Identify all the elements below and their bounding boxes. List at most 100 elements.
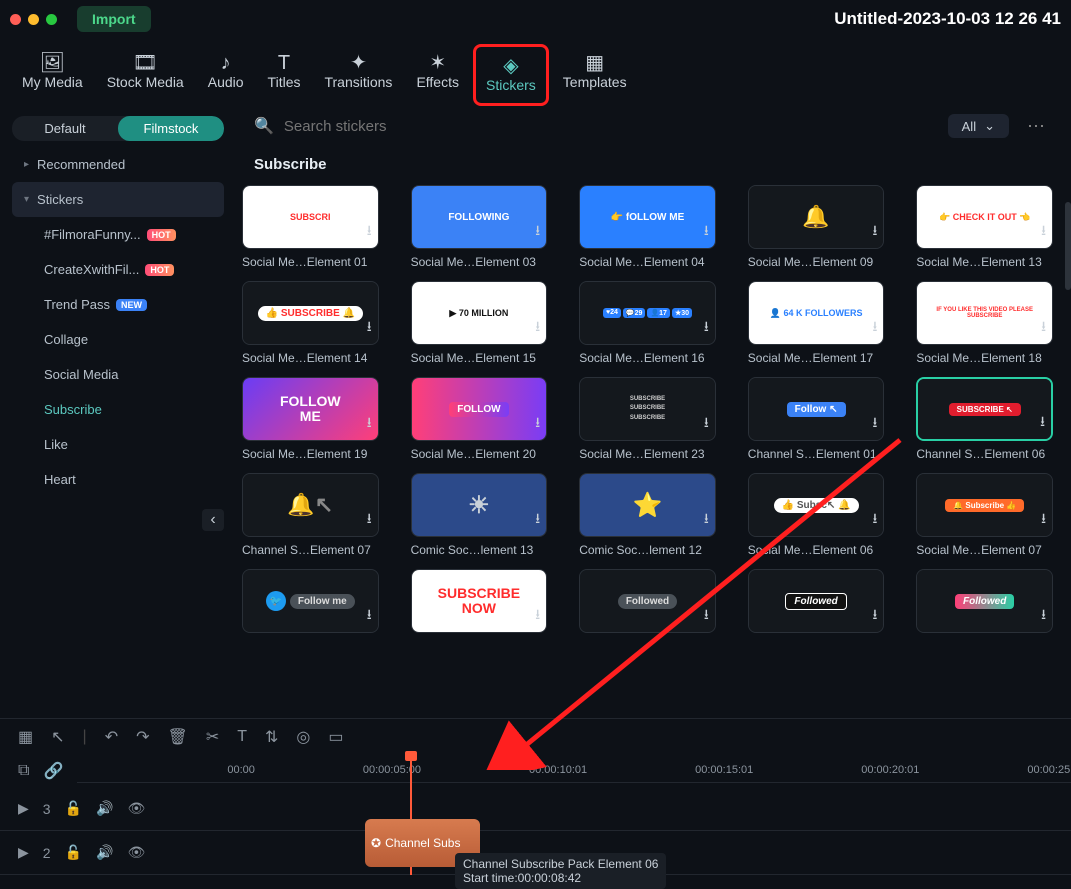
sticker-thumb[interactable]: ◆FOLLOWME⭳: [242, 377, 379, 441]
sticker-item[interactable]: ◆IF YOU LIKE THIS VIDEO PLEASE SUBSCRIBE…: [916, 281, 1053, 365]
sticker-thumb[interactable]: ◆👉 fOLLOW ME⭳: [579, 185, 716, 249]
visibility-icon[interactable]: 👁: [127, 800, 145, 817]
tab-transitions[interactable]: ✦Transitions: [314, 44, 402, 106]
minimize-icon[interactable]: [28, 14, 39, 25]
adjust-icon[interactable]: ⇅: [265, 727, 278, 747]
sticker-item[interactable]: ◆⭐⭳Comic Soc…lement 12: [579, 473, 716, 557]
tab-templates[interactable]: ▦Templates: [553, 44, 637, 106]
delete-icon[interactable]: 🗑: [168, 727, 188, 747]
sticker-thumb[interactable]: ◆🔔 Subscribe 👍⭳: [916, 473, 1053, 537]
download-icon[interactable]: ⭳: [1041, 220, 1046, 244]
sticker-thumb[interactable]: ◆🔔↖⭳: [242, 473, 379, 537]
sticker-item[interactable]: ◆👉 CHECK IT OUT 👈⭳Social Me…Element 13: [916, 185, 1053, 269]
sticker-thumb[interactable]: ◆Followed⭳: [579, 569, 716, 633]
timeline[interactable]: ⧉ 🔗 00:0000:00:05:0000:00:10:0100:00:15:…: [0, 755, 1071, 875]
search-input[interactable]: [284, 118, 938, 135]
sticker-item[interactable]: ◆♥24💬29👤17★30⭳Social Me…Element 16: [579, 281, 716, 365]
sticker-item[interactable]: ◆👍 SUBSCRIBE 🔔⭳Social Me…Element 14: [242, 281, 379, 365]
sticker-thumb[interactable]: ◆SUBSCRI⭳: [242, 185, 379, 249]
sticker-item[interactable]: ◆FOLLOWING⭳Social Me…Element 03: [411, 185, 548, 269]
download-icon[interactable]: ⭳: [872, 316, 877, 340]
sticker-thumb[interactable]: ◆☀⭳: [411, 473, 548, 537]
marker-icon[interactable]: ▭: [328, 727, 343, 747]
download-icon[interactable]: ⭳: [872, 220, 877, 244]
import-button[interactable]: Import: [77, 6, 151, 32]
sticker-thumb[interactable]: ◆🔔⭳: [748, 185, 885, 249]
sticker-item[interactable]: ◆FOLLOWME⭳Social Me…Element 19: [242, 377, 379, 461]
track-row[interactable]: ▶ 3 🔓 🔊 👁: [0, 787, 1071, 831]
tab-titles[interactable]: TTitles: [258, 44, 311, 106]
download-icon[interactable]: ⭳: [535, 220, 540, 244]
record-icon[interactable]: ◎: [296, 727, 310, 747]
mute-icon[interactable]: 🔊: [96, 844, 113, 861]
tab-effects[interactable]: ✶Effects: [406, 44, 469, 106]
download-icon[interactable]: ⭳: [872, 604, 877, 628]
sticker-item[interactable]: ◆Followed⭳: [748, 569, 885, 639]
sticker-item[interactable]: ◆SUBSCRI⭳Social Me…Element 01: [242, 185, 379, 269]
sticker-item[interactable]: ◆Follow ↖⭳Channel S…Element 01: [748, 377, 885, 461]
sticker-item[interactable]: ◆☀⭳Comic Soc…lement 13: [411, 473, 548, 557]
sticker-thumb[interactable]: ◆FOLLOWING⭳: [411, 185, 548, 249]
subtab-filmstock[interactable]: Filmstock: [118, 116, 224, 141]
sticker-thumb[interactable]: ◆FOLLOW⭳: [411, 377, 548, 441]
download-icon[interactable]: ⭳: [535, 508, 540, 532]
sticker-item[interactable]: ◆SUBSCRIBE ↖⭳Channel S…Element 06: [916, 377, 1053, 461]
download-icon[interactable]: ⭳: [1040, 411, 1045, 435]
sticker-thumb[interactable]: ◆SUBSCRIBESUBSCRIBESUBSCRIBE⭳: [579, 377, 716, 441]
sidebar-item-heart[interactable]: Heart: [12, 462, 224, 497]
download-icon[interactable]: ⭳: [704, 316, 709, 340]
sticker-item[interactable]: ◆SUBSCRIBENOW⭳: [411, 569, 548, 639]
sticker-thumb[interactable]: ◆SUBSCRIBENOW⭳: [411, 569, 548, 633]
tab-stock-media[interactable]: 🎞Stock Media: [97, 44, 194, 106]
sticker-thumb[interactable]: ◆▶ 70 MILLION⭳: [411, 281, 548, 345]
text-icon[interactable]: T: [237, 728, 247, 746]
download-icon[interactable]: ⭳: [367, 604, 372, 628]
close-icon[interactable]: [10, 14, 21, 25]
download-icon[interactable]: ⭳: [704, 604, 709, 628]
download-icon[interactable]: ⭳: [367, 508, 372, 532]
sticker-item[interactable]: ◆SUBSCRIBESUBSCRIBESUBSCRIBE⭳Social Me…E…: [579, 377, 716, 461]
download-icon[interactable]: ⭳: [535, 316, 540, 340]
sticker-thumb[interactable]: ◆IF YOU LIKE THIS VIDEO PLEASE SUBSCRIBE…: [916, 281, 1053, 345]
sidebar-item-subscribe[interactable]: Subscribe: [12, 392, 224, 427]
tab-my-media[interactable]: 🖼My Media: [12, 44, 93, 106]
more-options-button[interactable]: ⋯: [1019, 116, 1053, 137]
sidebar-item-createxwithfil-[interactable]: CreateXwithFil...HOT: [12, 252, 224, 287]
sticker-thumb[interactable]: ◆Follow ↖⭳: [748, 377, 885, 441]
sticker-item[interactable]: ◆🐦Follow me⭳: [242, 569, 379, 639]
sidebar-item-collage[interactable]: Collage: [12, 322, 224, 357]
sticker-item[interactable]: ◆🔔⭳Social Me…Element 09: [748, 185, 885, 269]
redo-icon[interactable]: ↷: [136, 727, 149, 747]
sticker-thumb[interactable]: ◆♥24💬29👤17★30⭳: [579, 281, 716, 345]
download-icon[interactable]: ⭳: [704, 508, 709, 532]
download-icon[interactable]: ⭳: [704, 412, 709, 436]
undo-icon[interactable]: ↶: [105, 727, 118, 747]
sticker-item[interactable]: ◆Followed⭳: [579, 569, 716, 639]
sticker-thumb[interactable]: ◆👍 Subsc↖ 🔔⭳: [748, 473, 885, 537]
sticker-item[interactable]: ◆FOLLOW⭳Social Me…Element 20: [411, 377, 548, 461]
download-icon[interactable]: ⭳: [367, 412, 372, 436]
sticker-item[interactable]: ◆▶ 70 MILLION⭳Social Me…Element 15: [411, 281, 548, 365]
download-icon[interactable]: ⭳: [535, 412, 540, 436]
scrollbar[interactable]: [1065, 202, 1071, 290]
collapse-sidebar-button[interactable]: ‹: [202, 509, 224, 531]
sticker-thumb[interactable]: ◆🐦Follow me⭳: [242, 569, 379, 633]
download-icon[interactable]: ⭳: [1041, 604, 1046, 628]
sidebar-item-trend-pass[interactable]: Trend PassNEW: [12, 287, 224, 322]
sidebar-item--filmorafunny-[interactable]: #FilmoraFunny...HOT: [12, 217, 224, 252]
sticker-thumb[interactable]: ◆👉 CHECK IT OUT 👈⭳: [916, 185, 1053, 249]
download-icon[interactable]: ⭳: [367, 220, 372, 244]
lock-icon[interactable]: 🔓: [65, 844, 82, 861]
download-icon[interactable]: ⭳: [1041, 316, 1046, 340]
subtab-default[interactable]: Default: [12, 116, 118, 141]
sidebar-item-social-media[interactable]: Social Media: [12, 357, 224, 392]
download-icon[interactable]: ⭳: [704, 220, 709, 244]
timeline-clip[interactable]: ✪ Channel Subs: [365, 819, 480, 867]
mute-icon[interactable]: 🔊: [96, 800, 113, 817]
track-row[interactable]: ▶ 2 🔓 🔊 👁: [0, 831, 1071, 875]
track-add-icon[interactable]: ⧉: [18, 762, 29, 780]
lock-icon[interactable]: 🔓: [65, 800, 82, 817]
download-icon[interactable]: ⭳: [367, 316, 372, 340]
link-icon[interactable]: 🔗: [43, 761, 63, 781]
tab-audio[interactable]: ♪Audio: [198, 44, 254, 106]
